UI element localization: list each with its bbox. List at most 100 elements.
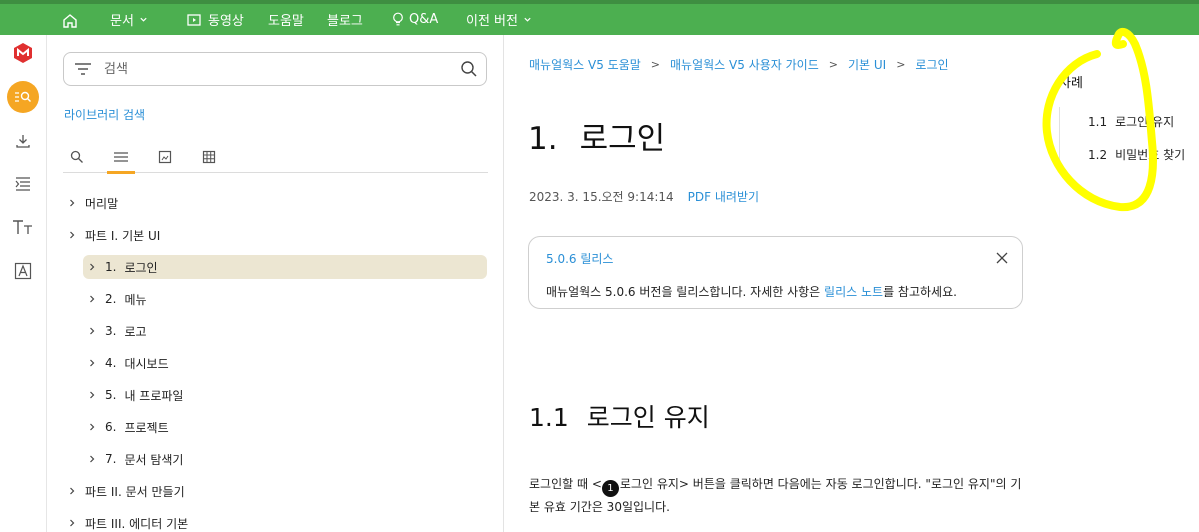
table-tab-icon[interactable] [195,143,223,171]
close-icon[interactable] [995,250,1009,269]
breadcrumb-link[interactable]: 로그인 [915,56,948,73]
chevron-right-icon [67,486,79,496]
breadcrumb-link[interactable]: 매뉴얼웍스 V5 도움말 [529,56,641,73]
pdf-download-link[interactable]: PDF 내려받기 [688,190,759,204]
search-icon[interactable] [460,60,478,82]
tree-item-label: 파트 II. 문서 만들기 [85,484,185,499]
page-title: 1. 로그인 [528,113,665,158]
breadcrumb-separator-icon: > [828,58,838,71]
tree-item-label: 파트 III. 에디터 기본 [85,516,189,531]
tree-item-selected[interactable]: 1. 로그인 [83,255,487,279]
breadcrumb-separator-icon: > [896,58,906,71]
tree-item[interactable]: 머리말 [67,191,118,215]
indent-icon[interactable] [9,170,37,198]
lightbulb-icon [393,12,403,26]
nav-help-link[interactable]: 도움말 [268,4,304,35]
toc-divider [1059,107,1060,169]
page-meta: 2023. 3. 15.오전 9:14:14 PDF 내려받기 [529,188,759,205]
breadcrumb: 매뉴얼웍스 V5 도움말 > 매뉴얼웍스 V5 사용자 가이드 > 기본 UI … [529,56,949,73]
tree-item-number: 1. [105,260,117,274]
nav-qna-link[interactable]: Q&A [392,4,438,35]
section-paragraph: 로그인할 때 <1 로그인 유지> 버튼을 클릭하면 다음에는 자동 로그인합니다… [529,474,1029,518]
tree-item-label: 대시보드 [124,356,169,371]
toc-item[interactable]: 1.2 비밀번호 찾기 [1088,146,1185,163]
release-notice: 5.0.6 릴리스 매뉴얼웍스 5.0.6 버전을 릴리스합니다. 자세한 사항… [528,236,1023,309]
page-title-text: 로그인 [579,121,666,157]
icon-rail [0,35,47,532]
page-date: 2023. 3. 15.오전 9:14:14 [529,190,674,204]
download-icon[interactable] [9,127,37,155]
tree-item[interactable]: 4. 대시보드 [87,351,169,375]
nav-previous-version-menu[interactable]: 이전 버전 [466,4,532,35]
top-nav-bar: 문서 동영상 도움말 블로그 Q&A 이전 버전 [0,0,1199,35]
search-tab-icon[interactable] [63,143,91,171]
nav-help-label: 도움말 [268,14,304,29]
search-doc-icon[interactable] [7,81,39,113]
toc-tab-icon[interactable] [107,143,135,174]
nav-video-link[interactable]: 동영상 [187,4,244,35]
chevron-right-icon [87,326,99,336]
main-content: 매뉴얼웍스 V5 도움말 > 매뉴얼웍스 V5 사용자 가이드 > 기본 UI … [505,35,1199,532]
toc-item-label: 비밀번호 찾기 [1115,148,1186,162]
chevron-right-icon [67,198,79,208]
tree-item-label: 내 프로파일 [124,388,184,403]
paragraph-text: 로그인할 때 < [529,477,602,491]
chevron-right-icon [87,422,99,432]
section-title: 로그인 유지 [586,403,710,432]
breadcrumb-link[interactable]: 기본 UI [848,56,886,73]
tree-item[interactable]: 파트 III. 에디터 기본 [67,511,188,532]
toc-item-label: 로그인 유지 [1115,115,1175,129]
tree-item-label: 메뉴 [124,292,147,307]
tree-item-label: 파트 I. 기본 UI [85,228,161,243]
breadcrumb-link[interactable]: 매뉴얼웍스 V5 사용자 가이드 [670,56,819,73]
chevron-right-icon [87,294,99,304]
nav-blog-link[interactable]: 블로그 [327,4,363,35]
search-input[interactable] [104,59,444,79]
nav-previous-version-label: 이전 버전 [466,14,518,29]
nav-video-label: 동영상 [208,14,244,29]
chevron-right-icon [87,454,99,464]
nav-qna-label: Q&A [409,12,439,27]
font-size-icon[interactable] [9,213,37,241]
home-icon[interactable] [60,11,80,31]
release-notes-link[interactable]: 릴리스 노트 [824,285,883,299]
section-number: 1.1 [529,403,569,432]
tree-item-label: 문서 탐색기 [124,452,184,467]
notice-body-text: 매뉴얼웍스 5.0.6 버전을 릴리스합니다. 자세한 사항은 [546,285,825,299]
chevron-right-icon [87,390,99,400]
toc-item-number: 1.2 [1088,148,1108,162]
tree-item[interactable]: 7. 문서 탐색기 [87,447,183,471]
filter-icon[interactable] [74,61,92,81]
notice-title: 5.0.6 릴리스 [546,252,614,266]
notice-body: 매뉴얼웍스 5.0.6 버전을 릴리스합니다. 자세한 사항은 릴리스 노트를 … [546,283,957,300]
reader-mode-icon[interactable] [9,257,37,285]
page-title-number: 1. [528,121,558,157]
sidebar: 라이브러리 검색 머리말 파트 I. 기본 UI 1. 로그인 [47,35,504,532]
tree-item[interactable]: 3. 로고 [87,319,147,343]
chevron-right-icon [87,262,99,272]
nav-docs-menu[interactable]: 문서 [110,4,148,35]
step-badge: 1 [601,480,619,497]
tree-item[interactable]: 2. 메뉴 [87,287,147,311]
tree-item-label: 로고 [124,324,147,339]
tree-item-number: 2. [105,292,117,306]
chevron-right-icon [67,230,79,240]
tree-item[interactable]: 6. 프로젝트 [87,415,169,439]
tree-item[interactable]: 파트 II. 문서 만들기 [67,479,185,503]
tree-item-label: 머리말 [85,196,119,211]
search-box [63,52,487,86]
library-search-link[interactable]: 라이브러리 검색 [64,106,145,123]
tree-item-number: 6. [105,420,117,434]
tree-item-number: 4. [105,356,117,370]
toc-item-number: 1.1 [1088,115,1108,129]
toc-item[interactable]: 1.1 로그인 유지 [1088,113,1174,130]
notice-body-text: 를 참고하세요. [883,285,957,299]
chevron-down-icon [140,17,147,22]
image-tab-icon[interactable] [151,143,179,171]
manual-logo-icon[interactable] [9,39,37,67]
tree-item[interactable]: 파트 I. 기본 UI [67,223,160,247]
tree-item-label: 프로젝트 [124,420,169,435]
chevron-right-icon [87,358,99,368]
section-heading: 1.1 로그인 유지 [529,398,710,434]
tree-item[interactable]: 5. 내 프로파일 [87,383,183,407]
